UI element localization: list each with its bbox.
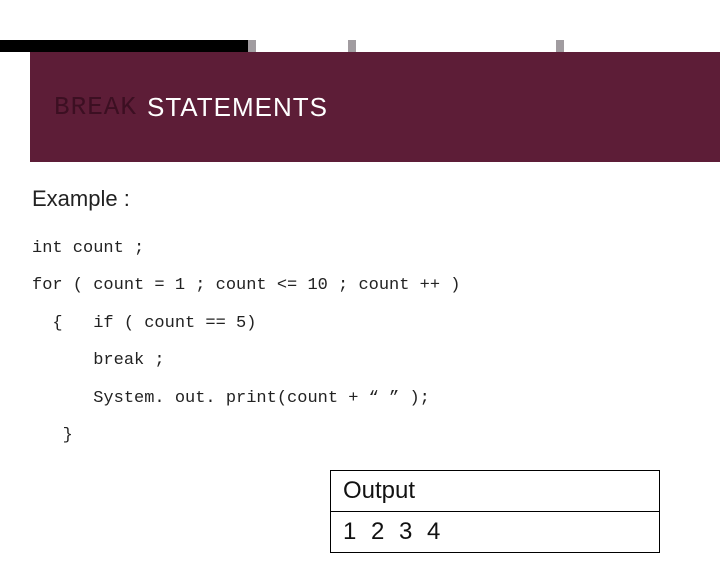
bar-segment bbox=[248, 40, 256, 52]
example-heading: Example : bbox=[32, 186, 688, 212]
slide-content: Example : int count ; for ( count = 1 ; … bbox=[0, 162, 720, 454]
title-keyword: BREAK bbox=[54, 92, 137, 122]
code-line: } bbox=[32, 426, 73, 445]
code-line: System. out. print(count + “ ” ); bbox=[32, 389, 430, 408]
bar-segment bbox=[256, 40, 348, 52]
output-values: 1 2 3 4 bbox=[331, 512, 659, 552]
bar-segment bbox=[356, 40, 556, 52]
output-box: Output 1 2 3 4 bbox=[330, 470, 660, 553]
code-line: break ; bbox=[32, 351, 165, 370]
bar-segment bbox=[564, 40, 720, 52]
code-line: int count ; bbox=[32, 239, 144, 258]
output-label: Output bbox=[331, 471, 659, 512]
title-text: STATEMENTS bbox=[147, 92, 328, 123]
slide-title-banner: BREAK STATEMENTS bbox=[30, 52, 720, 162]
output-numbers: 1 2 3 4 bbox=[343, 518, 444, 545]
decorative-top-bars bbox=[0, 40, 720, 52]
bar-segment bbox=[0, 40, 248, 52]
code-line: { if ( count == 5) bbox=[32, 314, 256, 333]
code-line: for ( count = 1 ; count <= 10 ; count ++… bbox=[32, 276, 460, 295]
bar-segment bbox=[348, 40, 356, 52]
bar-segment bbox=[556, 40, 564, 52]
code-block: int count ; for ( count = 1 ; count <= 1… bbox=[32, 230, 688, 454]
